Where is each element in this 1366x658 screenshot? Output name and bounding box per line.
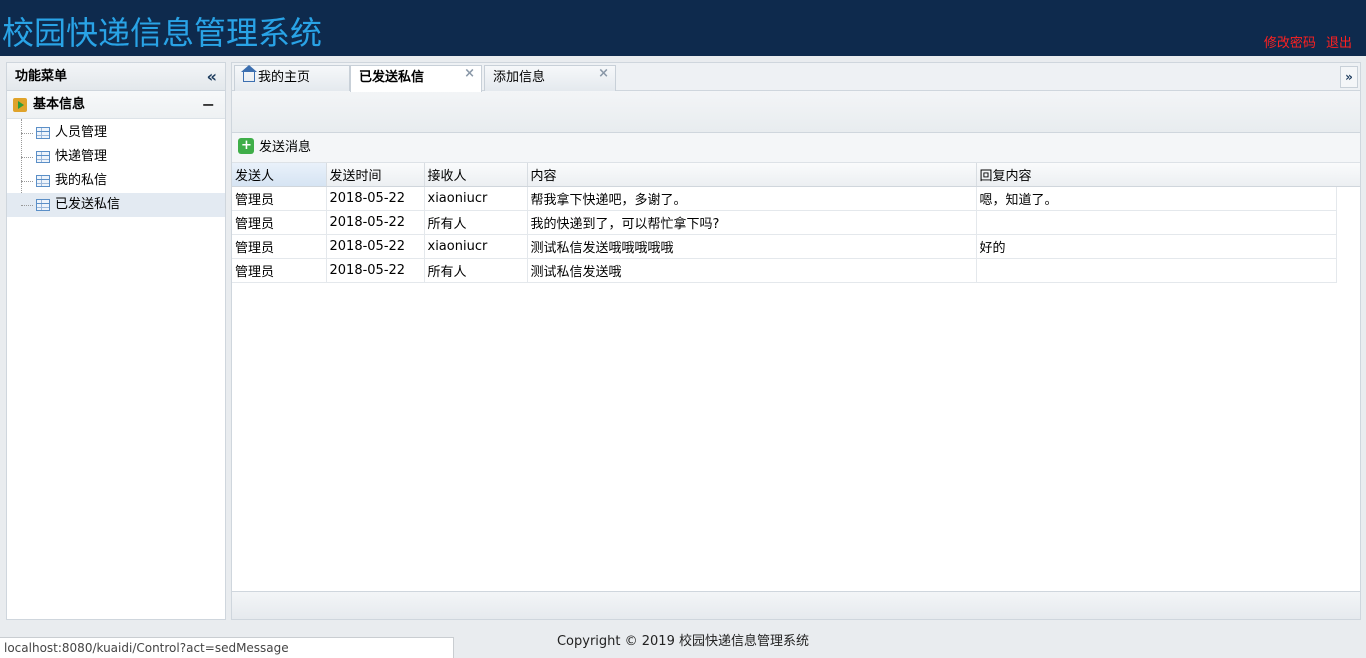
- table-row[interactable]: 管理员 2018-05-22 xiaoniucr 测试私信发送哦哦哦哦哦 好的: [232, 234, 1337, 259]
- table-cell: 2018-05-22: [326, 258, 425, 283]
- table-cell: 2018-05-22: [326, 234, 425, 259]
- sidebar-item-label: 人员管理: [55, 125, 108, 140]
- table-cell: 测试私信发送哦: [527, 258, 977, 283]
- pagination-bar: [232, 591, 1360, 619]
- chevron-double-down-icon[interactable]: »: [1340, 66, 1358, 88]
- home-icon: [241, 65, 257, 82]
- table-icon: [36, 175, 50, 187]
- sidebar-item-express[interactable]: 快递管理: [7, 145, 225, 169]
- table-header-row: 发送人 发送时间 接收人 内容 回复内容: [232, 163, 1337, 187]
- sidebar-tree: 人员管理 快递管理 我的私信 已发送私信: [7, 119, 225, 217]
- add-icon: [238, 131, 254, 161]
- sidebar: 功能菜单 « 基本信息 − 人员管理 快递管理 我的私信 已发送私信: [6, 62, 226, 620]
- sidebar-header: 功能菜单 «: [7, 63, 225, 91]
- search-toolbar: [232, 91, 1360, 133]
- collapse-minus-icon[interactable]: −: [202, 91, 215, 119]
- table-cell: 所有人: [424, 210, 528, 235]
- table-row[interactable]: 管理员 2018-05-22 所有人 测试私信发送哦: [232, 258, 1337, 283]
- send-message-button[interactable]: 发送消息: [238, 131, 311, 161]
- table-cell: 管理员: [232, 234, 327, 259]
- table-cell: 好的: [976, 234, 1337, 259]
- table-icon: [36, 151, 50, 163]
- column-header[interactable]: 回复内容: [976, 163, 1337, 187]
- column-header[interactable]: 接收人: [424, 163, 528, 187]
- logout-link[interactable]: 退出: [1326, 36, 1352, 51]
- folder-arrow-icon: [13, 98, 27, 112]
- main-panel: 我的主页 已发送私信 × 添加信息 × » 发送消息 发送人 发送时间 接: [231, 62, 1361, 620]
- table-cell: 测试私信发送哦哦哦哦哦: [527, 234, 977, 259]
- table-cell: 管理员: [232, 186, 327, 211]
- collapse-double-left-icon[interactable]: «: [207, 63, 217, 91]
- close-icon[interactable]: ×: [598, 62, 609, 86]
- sidebar-item-sent-messages[interactable]: 已发送私信: [7, 193, 225, 217]
- column-header[interactable]: 发送人: [232, 163, 327, 187]
- sidebar-item-my-messages[interactable]: 我的私信: [7, 169, 225, 193]
- sidebar-item-label: 我的私信: [55, 173, 108, 188]
- app-title: 校园快递信息管理系统: [2, 14, 323, 52]
- table-row[interactable]: 管理员 2018-05-22 所有人 我的快递到了，可以帮忙拿下吗?: [232, 210, 1337, 235]
- tab-home[interactable]: 我的主页: [234, 65, 350, 91]
- action-bar: 发送消息: [232, 131, 1360, 163]
- table-cell: xiaoniucr: [424, 186, 528, 211]
- table-cell: 管理员: [232, 210, 327, 235]
- close-icon[interactable]: ×: [464, 62, 475, 86]
- browser-status-url: localhost:8080/kuaidi/Control?act=sedMes…: [0, 637, 454, 658]
- tab-sent-messages[interactable]: 已发送私信 ×: [350, 65, 482, 92]
- table-cell: 管理员: [232, 258, 327, 283]
- header-links: 修改密码 退出: [1258, 32, 1352, 51]
- app-header: 校园快递信息管理系统 修改密码 退出: [0, 0, 1366, 56]
- sidebar-title: 功能菜单: [15, 69, 68, 84]
- table-cell: 所有人: [424, 258, 528, 283]
- table-cell: [976, 210, 1337, 235]
- sidebar-group-label: 基本信息: [33, 97, 86, 112]
- change-password-link[interactable]: 修改密码: [1264, 36, 1316, 51]
- table-icon: [36, 199, 50, 211]
- table-cell: 嗯，知道了。: [976, 186, 1337, 211]
- table-cell: 帮我拿下快递吧，多谢了。: [527, 186, 977, 211]
- table-cell: 2018-05-22: [326, 210, 425, 235]
- table-cell: [976, 258, 1337, 283]
- table-icon: [36, 127, 50, 139]
- tab-add-info[interactable]: 添加信息 ×: [484, 65, 616, 91]
- table-row[interactable]: 管理员 2018-05-22 xiaoniucr 帮我拿下快递吧，多谢了。 嗯，…: [232, 186, 1337, 211]
- table-cell: xiaoniucr: [424, 234, 528, 259]
- sidebar-item-label: 快递管理: [55, 149, 108, 164]
- table-cell: 我的快递到了，可以帮忙拿下吗?: [527, 210, 977, 235]
- column-header[interactable]: 内容: [527, 163, 977, 187]
- sidebar-item-label: 已发送私信: [55, 197, 121, 212]
- data-grid: 发送人 发送时间 接收人 内容 回复内容 管理员 2018-05-22 xiao…: [232, 163, 1360, 591]
- tab-bar: 我的主页 已发送私信 × 添加信息 × »: [232, 63, 1360, 92]
- table-cell: 2018-05-22: [326, 186, 425, 211]
- sidebar-group-basic-info[interactable]: 基本信息 −: [7, 91, 225, 119]
- column-header[interactable]: 发送时间: [326, 163, 425, 187]
- sidebar-item-personnel[interactable]: 人员管理: [7, 121, 225, 145]
